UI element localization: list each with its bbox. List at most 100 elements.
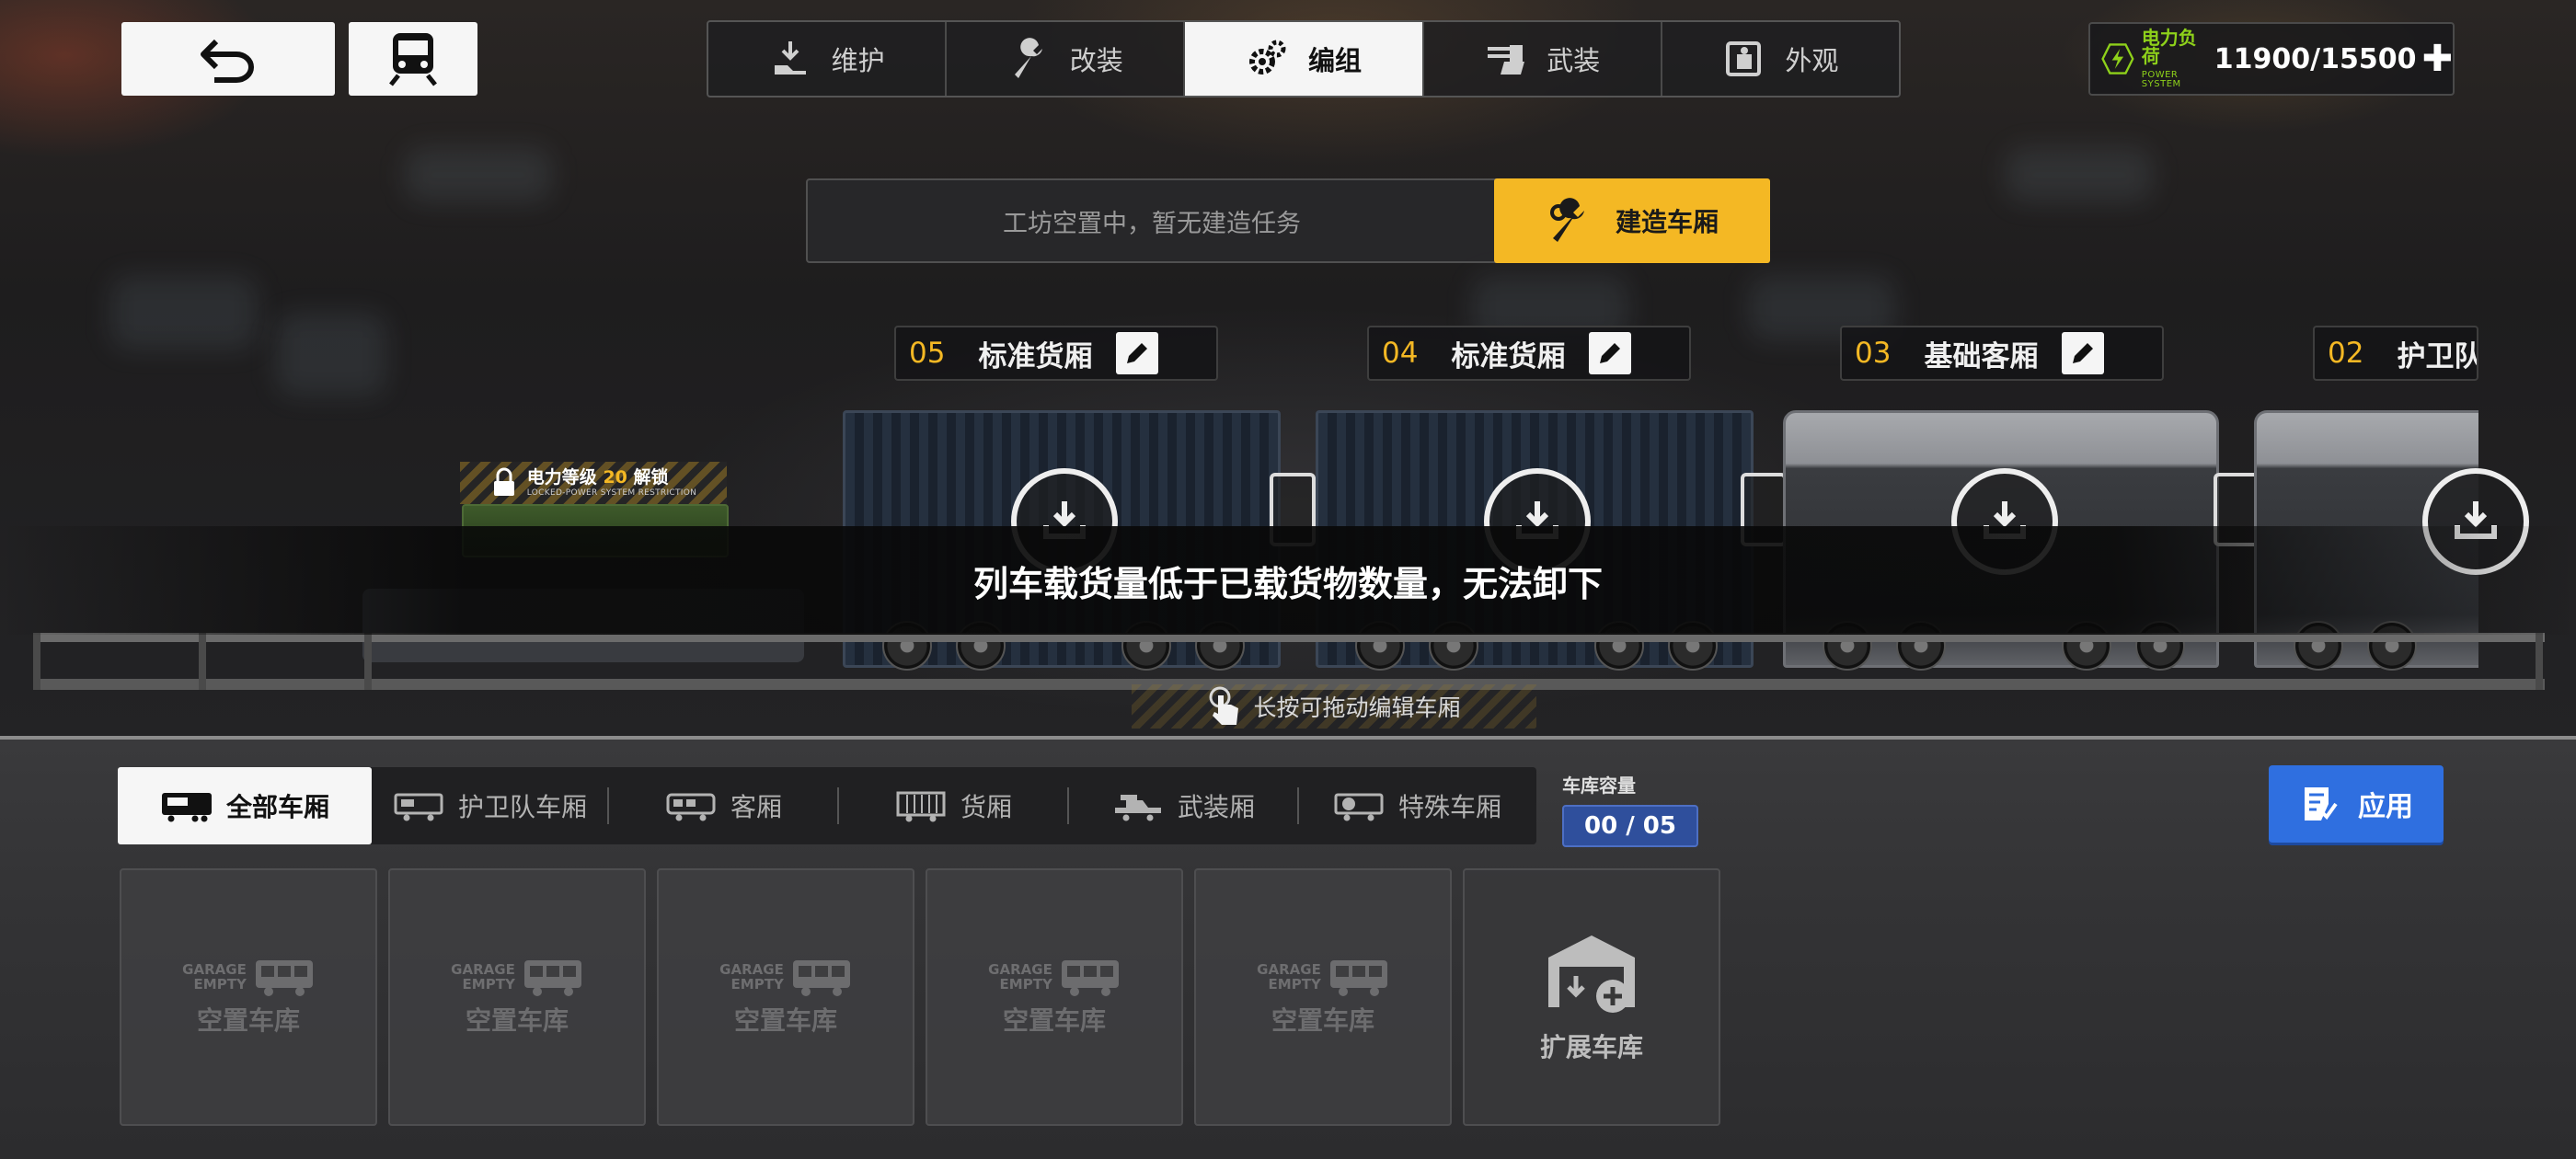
appearance-icon: [1726, 41, 1762, 76]
expand-garage-button[interactable]: 扩展车库: [1463, 868, 1720, 1126]
tab-armament[interactable]: 武装: [1424, 22, 1662, 96]
power-icon: [2101, 43, 2134, 75]
filter-all-cars[interactable]: 全部车厢: [118, 767, 372, 844]
apply-document-icon: [2305, 787, 2338, 820]
garage-tag-line: GARAGE: [719, 960, 784, 978]
filter-escort-cars[interactable]: 护卫队车厢: [372, 767, 607, 844]
pencil-icon: [2073, 343, 2094, 363]
tab-label: 改装: [1069, 45, 1123, 76]
car-label-02: 02 护卫队: [2313, 326, 2478, 381]
slot-label: 空置车库: [196, 1005, 300, 1036]
garage-tag-line: EMPTY: [462, 976, 515, 993]
garage-slot-empty[interactable]: GARAGE EMPTY 空置车库: [120, 868, 377, 1126]
filter-label: 货厢: [960, 792, 1012, 822]
train-icon: [389, 33, 437, 86]
filter-cargo-cars[interactable]: 货厢: [839, 767, 1067, 844]
pencil-icon: [1127, 343, 1148, 363]
edit-car-button[interactable]: [2062, 332, 2105, 374]
workshop-status: 工坊空置中，暂无建造任务: [1003, 209, 1301, 238]
filter-passenger-cars[interactable]: 客厢: [609, 767, 837, 844]
turret-icon: [1488, 45, 1525, 75]
car-label-04: 04 标准货厢: [1367, 326, 1691, 381]
garage-empty-tag: GARAGE EMPTY: [451, 957, 583, 997]
car-number: 05: [909, 337, 946, 370]
build-label: 建造车厢: [1615, 207, 1719, 237]
armed-car-icon: [1114, 795, 1161, 821]
empty-garage-train-icon: [523, 960, 581, 996]
edit-car-button[interactable]: [1589, 332, 1632, 374]
train-view-button[interactable]: [349, 22, 477, 96]
garage-slot-empty[interactable]: GARAGE EMPTY 空置车库: [388, 868, 646, 1126]
car-number: 02: [2328, 337, 2364, 370]
filter-label: 客厢: [730, 792, 782, 822]
garage-slot-empty[interactable]: GARAGE EMPTY 空置车库: [1194, 868, 1452, 1126]
car-name: 基础客厢: [1924, 339, 2039, 373]
undo-arrow-icon: [201, 39, 254, 83]
empty-garage-train-icon: [255, 960, 313, 996]
expand-label: 扩展车库: [1539, 1032, 1643, 1062]
apply-label: 应用: [2358, 791, 2413, 823]
garage-capacity: 车库容量 00 / 05: [1562, 771, 1698, 847]
hint-text: 长按可拖动编辑车厢: [1253, 694, 1461, 721]
expand-garage-icon: [1548, 935, 1635, 1013]
car-number: 03: [1855, 337, 1892, 370]
escort-car-icon: [394, 793, 443, 821]
garage-empty-tag: GARAGE EMPTY: [1257, 957, 1389, 997]
power-sublabel: POWER SYSTEM: [2141, 70, 2181, 89]
slot-label: 空置车库: [1002, 1005, 1106, 1036]
car-name: 标准货厢: [978, 339, 1093, 373]
add-power-button[interactable]: ✚: [2421, 40, 2453, 77]
locked-subtext: LOCKED-POWER SYSTEM RESTRICTION: [526, 488, 697, 498]
garage-tag-line: GARAGE: [1257, 960, 1321, 978]
garage-empty-tag: GARAGE EMPTY: [988, 957, 1121, 997]
garage-slot-empty[interactable]: GARAGE EMPTY 空置车库: [926, 868, 1183, 1126]
tab-label: 外观: [1785, 45, 1839, 76]
capacity-value: 00 / 05: [1562, 805, 1698, 847]
workshop-bar: 工坊空置中，暂无建造任务 建造车厢: [806, 178, 1770, 263]
power-load-panel[interactable]: 电力负荷 POWER SYSTEM 11900/15500 ✚: [2088, 22, 2455, 96]
rail-tie: [2536, 633, 2543, 690]
back-button[interactable]: [121, 22, 335, 96]
car-label-05: 05 标准货厢: [894, 326, 1218, 381]
slot-label: 空置车库: [465, 1005, 569, 1036]
garage-tag-line: GARAGE: [182, 960, 247, 978]
empty-garage-train-icon: [1329, 960, 1387, 996]
background-blur: [110, 276, 258, 350]
garage-empty-tag: GARAGE EMPTY: [182, 957, 315, 997]
lock-icon: [493, 467, 514, 496]
hand-pointer-icon: [1209, 686, 1239, 725]
garage-tag-line: EMPTY: [1268, 976, 1321, 993]
rail-tie: [199, 633, 206, 690]
drag-hint: 长按可拖动编辑车厢: [1132, 684, 1536, 729]
garage-slot-empty[interactable]: GARAGE EMPTY 空置车库: [657, 868, 914, 1126]
special-car-icon: [1334, 793, 1384, 821]
apply-button[interactable]: 应用: [2269, 765, 2444, 843]
tab-maintenance[interactable]: 维护: [708, 22, 948, 96]
tab-appearance[interactable]: 外观: [1662, 22, 1899, 96]
car-label-03: 03 基础客厢: [1840, 326, 2164, 381]
background-blur: [2006, 147, 2153, 202]
empty-garage-train-icon: [1061, 960, 1119, 996]
locked-level: 20: [603, 466, 627, 488]
slot-label: 空置车库: [1271, 1005, 1374, 1036]
car-name: 标准货厢: [1451, 339, 1566, 373]
tab-formation[interactable]: 编组: [1185, 22, 1424, 96]
capacity-label: 车库容量: [1562, 775, 1636, 797]
tab-modify[interactable]: 改装: [947, 22, 1186, 96]
garage-tag-line: EMPTY: [999, 976, 1052, 993]
background-blur: [276, 313, 386, 396]
filter-special-cars[interactable]: 特殊车厢: [1299, 767, 1535, 844]
filter-label: 特殊车厢: [1397, 792, 1501, 822]
empty-garage-train-icon: [792, 960, 850, 996]
build-car-button[interactable]: 建造车厢: [1494, 178, 1770, 263]
locked-prefix: 电力等级: [526, 466, 597, 488]
tab-label: 武装: [1547, 45, 1601, 76]
edit-car-button[interactable]: [1116, 332, 1159, 374]
power-value: 11900/15500: [2214, 42, 2417, 75]
maintenance-icon: [774, 41, 806, 75]
power-label: 电力负荷: [2141, 27, 2197, 67]
filter-armed-cars[interactable]: 武装厢: [1069, 767, 1297, 844]
main-tabs: 维护 改装 编组 武装 外观: [707, 20, 1901, 98]
gears-icon: [1249, 40, 1286, 75]
wrench-icon: [1014, 38, 1042, 78]
